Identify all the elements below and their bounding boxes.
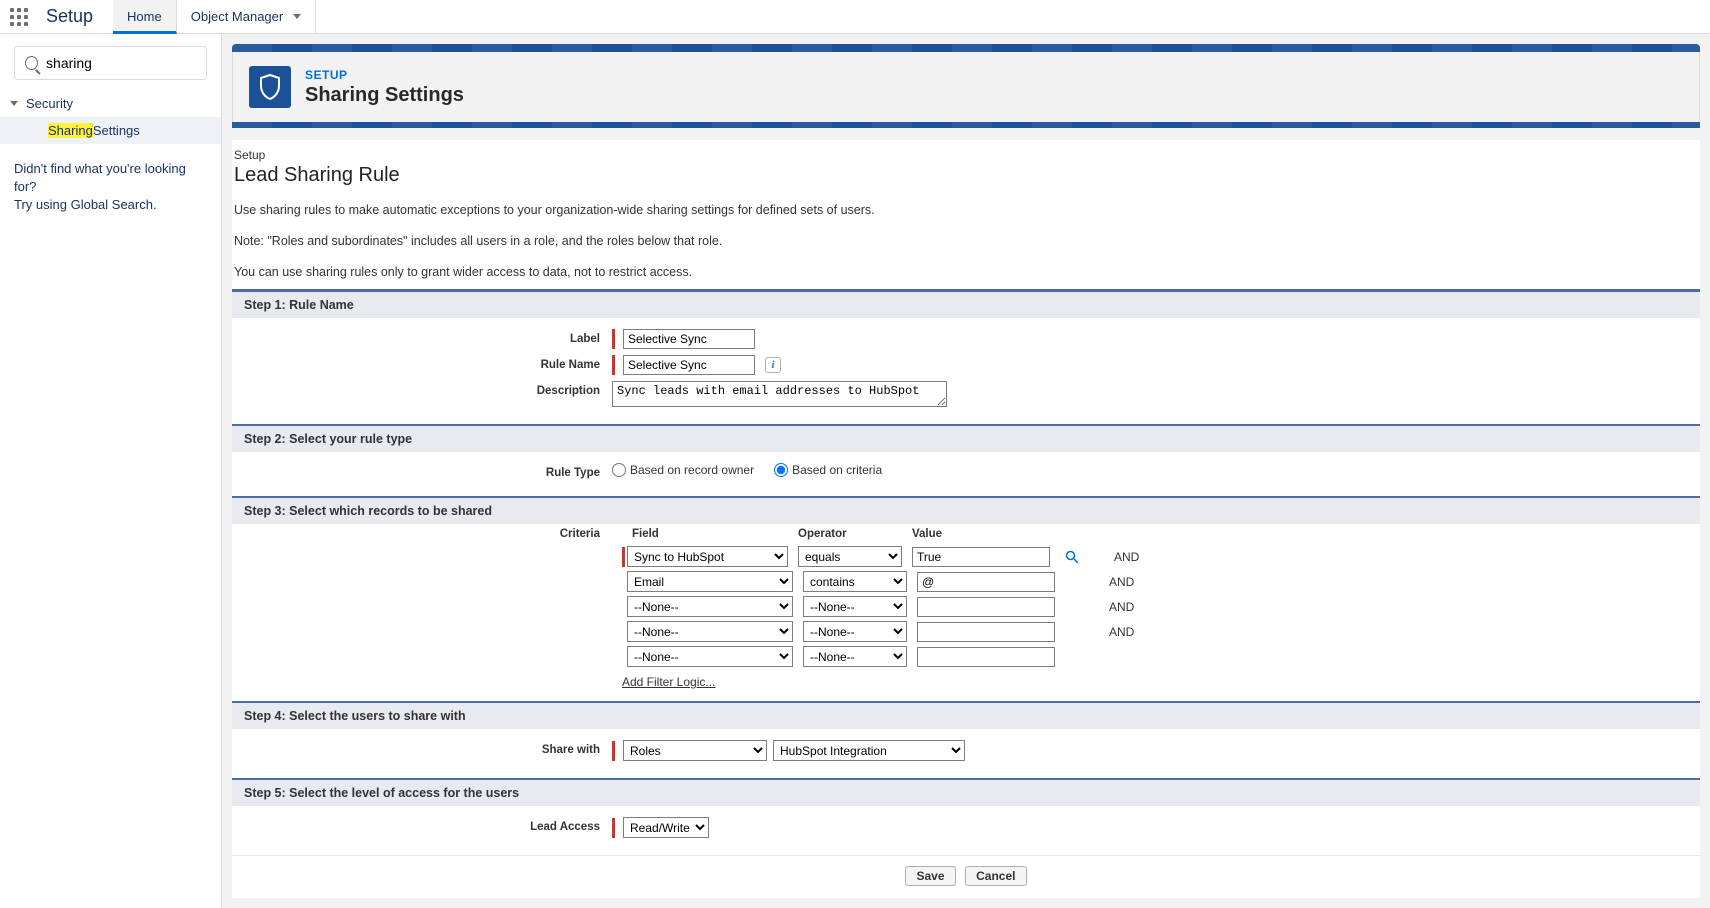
breadcrumb: Setup — [232, 140, 1700, 162]
col-value: Value — [912, 528, 1050, 540]
step5-header: Step 5: Select the level of access for t… — [232, 778, 1700, 806]
app-launcher-icon[interactable] — [0, 0, 38, 34]
header-title: Sharing Settings — [305, 84, 464, 107]
radio-based-on-criteria[interactable]: Based on criteria — [774, 463, 882, 477]
topbar: Setup Home Object Manager — [0, 0, 1710, 34]
intro-text: Use sharing rules to make automatic exce… — [232, 197, 1700, 289]
sidebar: Security Sharing Settings Didn't find wh… — [0, 34, 222, 908]
col-operator: Operator — [798, 528, 902, 540]
criteria-operator-select[interactable]: --None-- — [803, 621, 907, 642]
cancel-button[interactable]: Cancel — [965, 866, 1026, 886]
app-title: Setup — [38, 6, 113, 27]
label-share-with: Share with — [232, 740, 612, 756]
lead-access-select[interactable]: Read/Write — [623, 817, 709, 838]
page-title: Lead Sharing Rule — [232, 162, 1700, 197]
criteria-row: --None-- --None-- AND — [232, 619, 1700, 644]
tree-node-security[interactable]: Security — [0, 90, 221, 117]
tree-leaf-sharing-settings[interactable]: Sharing Settings — [0, 117, 221, 144]
required-indicator — [612, 329, 615, 349]
criteria-field-select[interactable]: --None-- — [627, 646, 793, 667]
criteria-value-input[interactable] — [917, 597, 1055, 617]
tree-node-label: Security — [26, 96, 73, 111]
tab-object-manager[interactable]: Object Manager — [177, 0, 317, 34]
required-indicator — [612, 741, 615, 761]
label-rule-type: Rule Type — [232, 463, 612, 479]
save-button[interactable]: Save — [905, 866, 955, 886]
required-indicator — [622, 547, 625, 567]
criteria-operator-select[interactable]: contains — [803, 571, 907, 592]
criteria-row: Email contains AND — [232, 569, 1700, 594]
criteria-value-input[interactable] — [912, 547, 1050, 567]
radio-criteria-input[interactable] — [774, 463, 788, 477]
criteria-field-select[interactable]: Sync to HubSpot — [627, 546, 788, 567]
share-with-type-select[interactable]: Roles — [623, 740, 767, 761]
page-header: SETUP Sharing Settings — [232, 52, 1700, 122]
and-label: AND — [1114, 550, 1139, 564]
and-label: AND — [1109, 600, 1134, 614]
step3-header: Step 3: Select which records to be share… — [232, 496, 1700, 524]
label-input[interactable] — [623, 329, 755, 349]
label-lead-access: Lead Access — [232, 817, 612, 833]
tree-leaf-highlight: Sharing — [48, 123, 93, 138]
chevron-down-icon — [293, 14, 301, 19]
not-found-hint: Didn't find what you're looking for? Try… — [0, 144, 221, 231]
label-label: Label — [232, 329, 612, 345]
criteria-row: --None-- --None-- — [232, 644, 1700, 669]
criteria-value-input[interactable] — [917, 572, 1055, 592]
criteria-value-input[interactable] — [917, 647, 1055, 667]
chevron-down-icon — [10, 101, 18, 106]
criteria-operator-select[interactable]: --None-- — [803, 646, 907, 667]
and-label: AND — [1109, 575, 1134, 589]
criteria-field-select[interactable]: --None-- — [627, 596, 793, 617]
setup-search-box[interactable] — [14, 46, 207, 80]
label-criteria: Criteria — [232, 528, 612, 540]
step1-header: Step 1: Rule Name — [232, 289, 1700, 318]
radio-based-on-owner[interactable]: Based on record owner — [612, 463, 754, 477]
tab-home[interactable]: Home — [113, 0, 177, 34]
setup-search-input[interactable] — [38, 55, 196, 71]
tab-object-manager-label: Object Manager — [191, 9, 284, 24]
criteria-field-select[interactable]: Email — [627, 571, 793, 592]
description-textarea[interactable]: Sync leads with email addresses to HubSp… — [612, 381, 947, 407]
add-filter-logic-link[interactable]: Add Filter Logic... — [622, 675, 715, 689]
label-description: Description — [232, 381, 612, 397]
main-content: SETUP Sharing Settings Setup Lead Sharin… — [222, 34, 1710, 908]
tree-leaf-rest: Settings — [93, 123, 140, 138]
search-icon — [25, 56, 38, 70]
label-rule-name: Rule Name — [232, 355, 612, 371]
criteria-operator-select[interactable]: equals — [798, 546, 902, 567]
and-label: AND — [1109, 625, 1134, 639]
col-field: Field — [622, 528, 788, 540]
criteria-operator-select[interactable]: --None-- — [803, 596, 907, 617]
criteria-row: --None-- --None-- AND — [232, 594, 1700, 619]
criteria-value-input[interactable] — [917, 622, 1055, 642]
header-eyebrow: SETUP — [305, 68, 464, 82]
shield-icon — [249, 66, 291, 108]
radio-owner-input[interactable] — [612, 463, 626, 477]
step4-header: Step 4: Select the users to share with — [232, 701, 1700, 729]
step2-header: Step 2: Select your rule type — [232, 424, 1700, 452]
criteria-row: Sync to HubSpot equals AND — [232, 544, 1700, 569]
rule-name-input[interactable] — [623, 355, 755, 375]
info-icon[interactable]: i — [765, 357, 781, 373]
required-indicator — [612, 818, 615, 838]
lookup-icon[interactable] — [1064, 549, 1080, 565]
required-indicator — [612, 355, 615, 375]
criteria-field-select[interactable]: --None-- — [627, 621, 793, 642]
share-with-target-select[interactable]: HubSpot Integration — [773, 740, 965, 761]
